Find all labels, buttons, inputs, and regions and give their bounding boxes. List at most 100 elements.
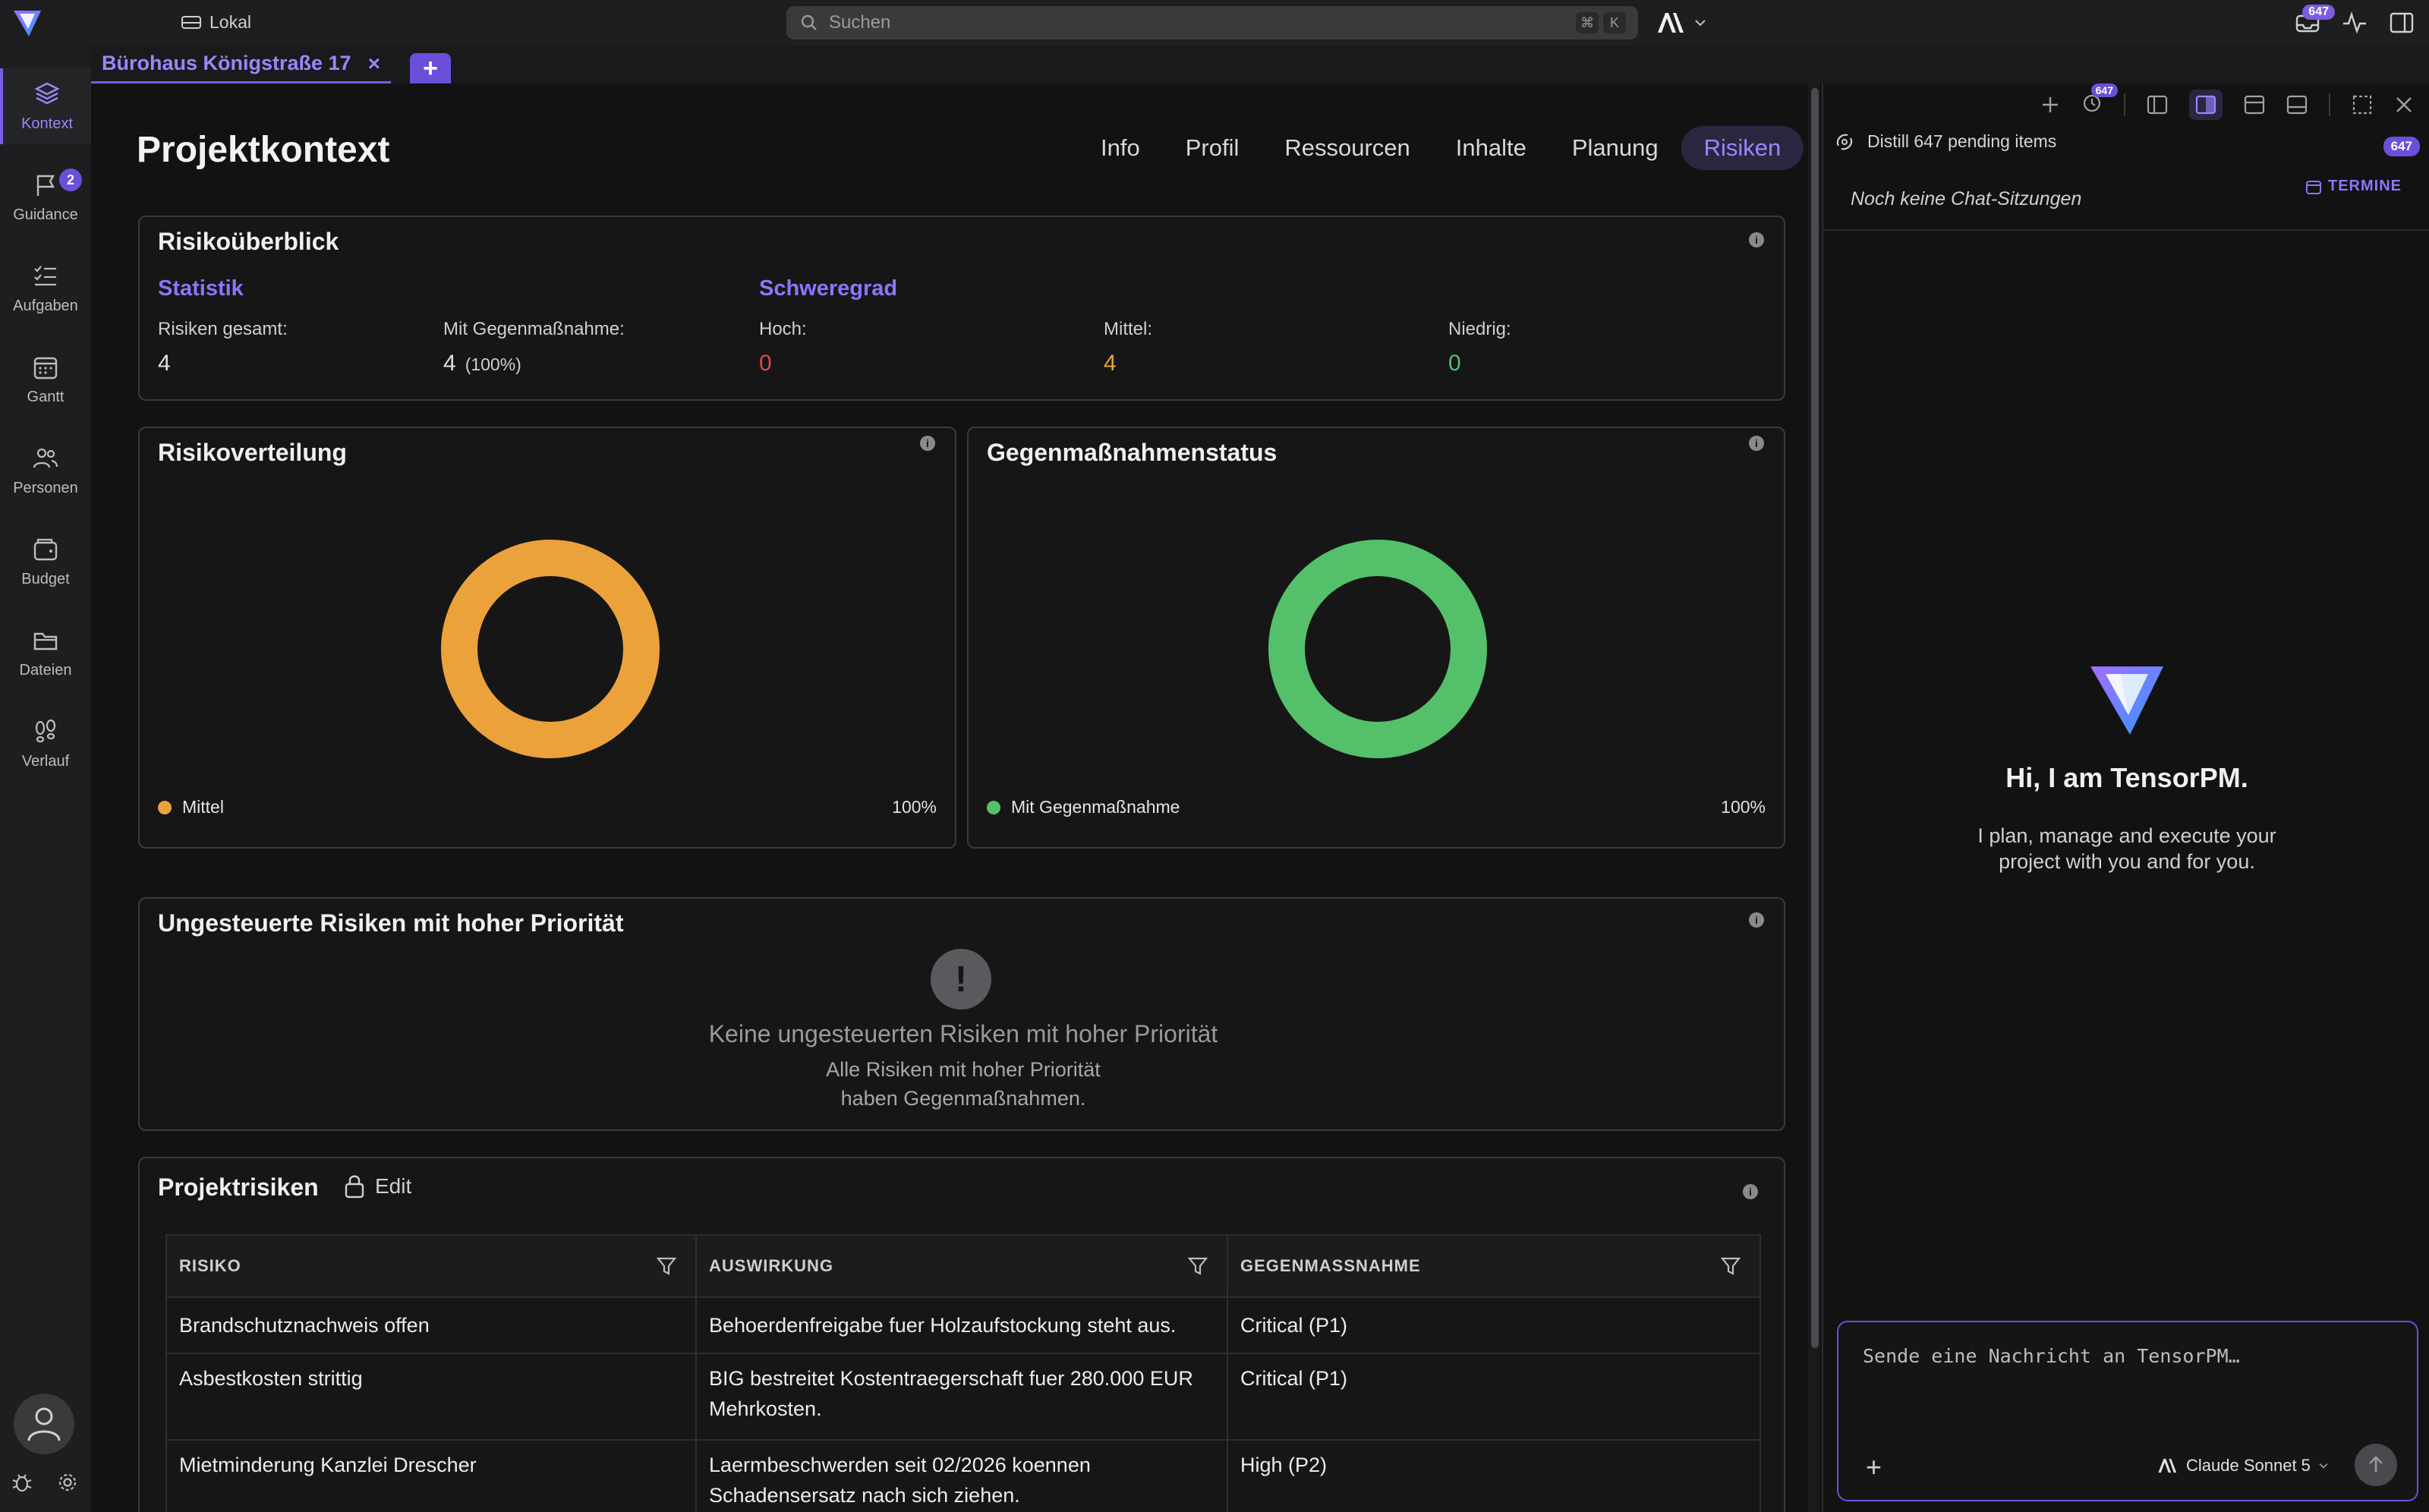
legend-item-mit-gegenmassnahme: Mit Gegenmaßnahme	[987, 797, 1180, 817]
layout-left-icon[interactable]	[2147, 95, 2168, 115]
sidebar-item-verlauf[interactable]: Verlauf	[0, 706, 91, 782]
bug-icon[interactable]	[11, 1471, 33, 1498]
plus-icon[interactable]	[2040, 95, 2060, 115]
lock-icon	[345, 1175, 364, 1199]
info-icon[interactable]: i	[920, 436, 935, 451]
sidebar-item-kontext[interactable]: Kontext	[0, 68, 91, 144]
history-button[interactable]: 647	[2081, 83, 2118, 118]
guidance-badge: 2	[59, 169, 82, 191]
cell-risiko: Mietminderung Kanzlei Drescher	[165, 1441, 697, 1512]
welcome-subtitle: I plan, manage and execute your project …	[1977, 824, 2276, 873]
gear-icon[interactable]	[56, 1471, 79, 1498]
edit-button[interactable]: Edit	[343, 1173, 411, 1199]
title-bar: Lokal Suchen ⌘ K 647	[0, 0, 2429, 46]
search-shortcut: ⌘ K	[1576, 12, 1626, 33]
severity-high-value: 0	[759, 351, 772, 376]
tab-planung[interactable]: Planung	[1549, 126, 1681, 170]
total-risks-value: 4	[158, 351, 171, 376]
card-title: Ungesteuerte Risiken mit hoher Priorität	[158, 909, 624, 937]
model-name: Claude Sonnet 5	[2186, 1456, 2311, 1475]
storage-selector[interactable]: Lokal	[181, 9, 251, 35]
distill-bar[interactable]: Distill 647 pending items 647	[1834, 131, 2420, 156]
filter-icon[interactable]	[656, 1255, 677, 1277]
anthropic-logo-icon	[2158, 1458, 2177, 1473]
sidebar-right-icon	[2390, 12, 2414, 33]
chat-panel: 647 Distill 647 pending items 647 Noch k…	[1822, 83, 2429, 1512]
main-content: Projektkontext Info Profil Ressourcen In…	[91, 83, 1822, 1512]
tab-inhalte[interactable]: Inhalte	[1433, 126, 1549, 170]
footsteps-icon	[35, 719, 56, 742]
table-row[interactable]: Brandschutznachweis offen Behoerdenfreig…	[165, 1298, 1761, 1354]
document-tab[interactable]: Bürohaus Königstraße 17 ×	[91, 46, 391, 83]
model-selector[interactable]: Claude Sonnet 5	[2157, 1456, 2329, 1476]
sidebar-item-aufgaben[interactable]: Aufgaben	[0, 250, 91, 326]
close-icon[interactable]	[2394, 95, 2414, 115]
tab-ressourcen[interactable]: Ressourcen	[1262, 126, 1432, 170]
layout-bottom-icon[interactable]	[2286, 95, 2308, 115]
card-title: Gegenmaßnahmenstatus	[987, 439, 1278, 466]
welcome-title: Hi, I am TensorPM.	[2005, 762, 2248, 793]
tab-profil[interactable]: Profil	[1163, 126, 1262, 170]
filter-icon[interactable]	[1720, 1255, 1741, 1277]
filter-icon[interactable]	[1187, 1255, 1208, 1277]
send-button[interactable]	[2355, 1444, 2397, 1486]
add-tab-button[interactable]: +	[410, 53, 451, 83]
app-logo[interactable]	[12, 8, 43, 39]
severity-medium-label: Mittel:	[1104, 319, 1153, 339]
sidebar-item-gantt[interactable]: Gantt	[0, 342, 91, 417]
attach-button[interactable]: +	[1866, 1451, 1882, 1483]
close-tab-icon[interactable]: ×	[368, 52, 380, 76]
legend-dot	[987, 800, 1000, 814]
search-input[interactable]: Suchen ⌘ K	[786, 6, 1638, 39]
donut-slice-mit-gegenmassnahme	[1268, 540, 1487, 758]
column-label: AUSWIRKUNG	[709, 1256, 833, 1275]
table-row[interactable]: Asbestkosten strittig BIG bestreitet Kos…	[165, 1354, 1761, 1441]
risk-distribution-card: Risikoverteilung i Mittel 100%	[138, 427, 956, 849]
distill-badge: 647	[2383, 137, 2420, 156]
cell-gegenmassnahme: High (P2)	[1228, 1441, 1761, 1512]
avatar[interactable]	[14, 1394, 74, 1454]
mitigation-status-donut	[1268, 540, 1487, 758]
sidebar-item-personen[interactable]: Personen	[0, 433, 91, 509]
alert-icon: !	[931, 949, 991, 1010]
expand-icon[interactable]	[2352, 94, 2373, 115]
page-title: Projektkontext	[137, 130, 390, 170]
cell-risiko: Asbestkosten strittig	[165, 1354, 697, 1439]
sidebar-item-label: Guidance	[13, 206, 78, 223]
search-placeholder: Suchen	[829, 12, 891, 33]
severity-medium-value: 4	[1104, 351, 1117, 376]
k-key: K	[1603, 12, 1626, 33]
severity-heading: Schweregrad	[759, 276, 898, 301]
anthropic-logo-icon	[1658, 13, 1684, 33]
search-icon	[801, 14, 817, 30]
activity-button[interactable]	[2341, 9, 2368, 36]
tab-info[interactable]: Info	[1078, 126, 1163, 170]
sidebar-item-guidance[interactable]: Guidance 2	[0, 159, 91, 235]
sidebar-item-label: Verlauf	[21, 752, 70, 770]
mitigated-value: 4	[443, 351, 456, 376]
legend-label: Mittel	[182, 797, 224, 817]
tab-risiken[interactable]: Risiken	[1681, 126, 1804, 170]
scrollbar-thumb[interactable]	[1811, 88, 1819, 1348]
inbox-button[interactable]: 647	[2294, 5, 2335, 36]
table-row[interactable]: Mietminderung Kanzlei Drescher Laermbesc…	[165, 1441, 1761, 1512]
info-icon[interactable]: i	[1743, 1184, 1758, 1199]
toggle-panel-button[interactable]	[2388, 9, 2415, 36]
termine-button[interactable]: TERMINE	[2305, 178, 2402, 195]
sidebar-item-budget[interactable]: Budget	[0, 524, 91, 600]
layout-top-icon[interactable]	[2244, 95, 2265, 115]
column-header-risiko: RISIKO	[165, 1236, 697, 1296]
donut-slice-mittel	[441, 540, 660, 758]
window-actions: 647	[2294, 5, 2415, 41]
cell-auswirkung: BIG bestreitet Kostentraegerschaft fuer …	[697, 1354, 1228, 1439]
info-icon[interactable]: i	[1749, 232, 1764, 247]
info-icon[interactable]: i	[1749, 436, 1764, 451]
layout-right-button[interactable]	[2189, 90, 2223, 120]
message-composer[interactable]: Sende eine Nachricht an TensorPM… + Clau…	[1837, 1321, 2418, 1501]
message-input[interactable]: Sende eine Nachricht an TensorPM…	[1863, 1345, 2240, 1367]
table-header-row: RISIKO AUSWIRKUNG GEGENMASSNAHME	[165, 1234, 1761, 1298]
anthropic-logo-button[interactable]	[1656, 9, 1706, 36]
info-icon[interactable]: i	[1749, 912, 1764, 928]
card-title: Risikoverteilung	[158, 439, 347, 466]
sidebar-item-dateien[interactable]: Dateien	[0, 615, 91, 691]
